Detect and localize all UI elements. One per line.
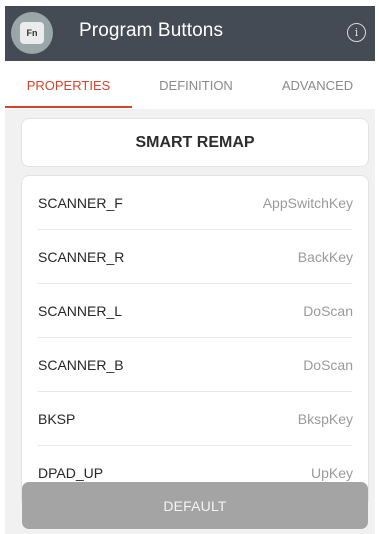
mapping-key-value: BkspKey bbox=[297, 411, 353, 427]
mapping-key-name: SCANNER_L bbox=[38, 303, 123, 319]
default-button[interactable]: DEFAULT bbox=[22, 482, 368, 529]
info-icon[interactable]: i bbox=[347, 23, 366, 42]
tab-advanced[interactable]: ADVANCED bbox=[260, 61, 375, 109]
tab-definition[interactable]: DEFINITION bbox=[132, 61, 260, 109]
mapping-key-value: DoScan bbox=[303, 357, 353, 373]
mapping-key-name: BKSP bbox=[38, 411, 76, 427]
mapping-key-name: SCANNER_R bbox=[38, 249, 125, 265]
fn-key-glyph: Fn bbox=[20, 22, 44, 44]
smart-remap-button[interactable]: SMART REMAP bbox=[22, 119, 368, 166]
mapping-key-value: UpKey bbox=[310, 465, 353, 481]
tab-properties[interactable]: PROPERTIES bbox=[5, 61, 132, 109]
mapping-row-scanner-f[interactable]: SCANNER_F AppSwitchKey bbox=[22, 176, 368, 230]
mapping-key-name: SCANNER_F bbox=[38, 195, 123, 211]
mapping-row-scanner-r[interactable]: SCANNER_R BackKey bbox=[22, 230, 368, 284]
screen: Fn Program Buttons i PROPERTIES DEFINITI… bbox=[5, 6, 375, 534]
mapping-key-value: BackKey bbox=[297, 249, 353, 265]
fn-key-app-icon: Fn bbox=[11, 12, 53, 54]
mapping-key-name: SCANNER_B bbox=[38, 357, 124, 373]
mapping-row-bksp[interactable]: BKSP BkspKey bbox=[22, 392, 368, 446]
button-mapping-list: SCANNER_F AppSwitchKey SCANNER_R BackKey… bbox=[22, 176, 368, 506]
mapping-row-scanner-l[interactable]: SCANNER_L DoScan bbox=[22, 284, 368, 338]
mapping-key-value: DoScan bbox=[303, 303, 353, 319]
mapping-key-value: AppSwitchKey bbox=[262, 195, 353, 211]
tab-bar: PROPERTIES DEFINITION ADVANCED bbox=[5, 61, 375, 109]
app-bar: Fn Program Buttons i bbox=[5, 6, 375, 61]
app-title: Program Buttons bbox=[79, 20, 224, 41]
mapping-row-scanner-b[interactable]: SCANNER_B DoScan bbox=[22, 338, 368, 392]
mapping-key-name: DPAD_UP bbox=[38, 465, 104, 481]
